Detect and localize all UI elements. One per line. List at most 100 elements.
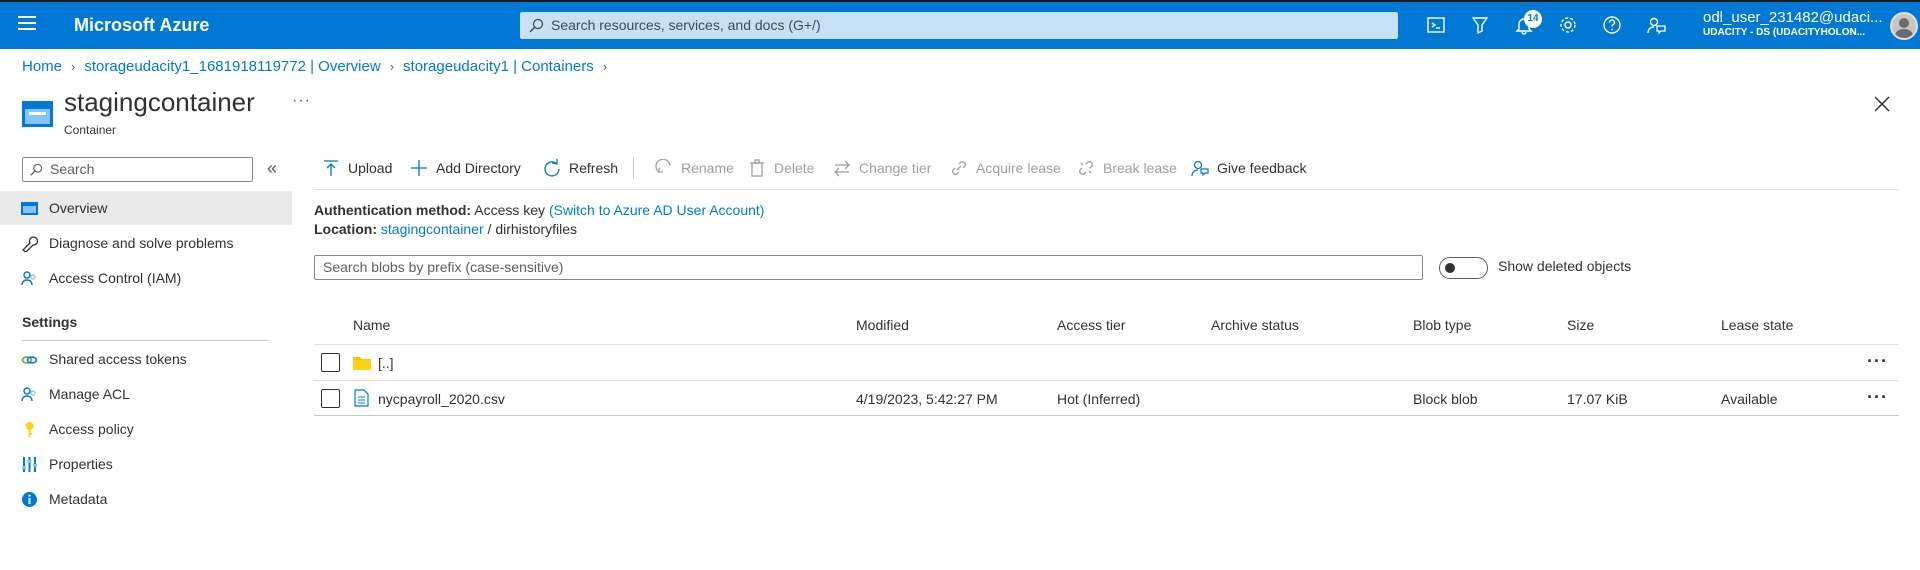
refresh-label: Refresh: [569, 160, 619, 176]
sidebar-search-placeholder: Search: [50, 161, 95, 177]
authentication-method: Authentication method: Access key (Switc…: [314, 202, 764, 218]
row-blob-type: Block blob: [1413, 391, 1478, 407]
sidebar-item-label: Properties: [49, 456, 113, 472]
breadcrumb-home[interactable]: Home: [22, 58, 62, 75]
column-header-name[interactable]: Name: [353, 317, 390, 333]
break-lease-label: Break lease: [1103, 160, 1177, 176]
help-icon[interactable]: [1601, 14, 1623, 36]
gear-icon[interactable]: [1557, 14, 1579, 36]
show-deleted-toggle[interactable]: [1439, 257, 1488, 279]
row-checkbox[interactable]: [321, 389, 340, 408]
column-header-lease-state[interactable]: Lease state: [1721, 317, 1793, 333]
people-icon: [21, 387, 36, 402]
sidebar-item-overview[interactable]: Overview: [0, 191, 292, 225]
sidebar-item-diagnose[interactable]: Diagnose and solve problems: [0, 226, 292, 260]
brand-title[interactable]: Microsoft Azure: [74, 15, 209, 36]
column-header-access-tier[interactable]: Access tier: [1057, 317, 1125, 333]
page-title: stagingcontainer: [64, 87, 255, 117]
rename-label: Rename: [681, 160, 734, 176]
sidebar-item-label: Access policy: [49, 421, 134, 437]
settings-heading: Settings: [22, 314, 78, 330]
cloud-shell-icon[interactable]: [1425, 14, 1447, 36]
info-icon: [22, 492, 37, 507]
sidebar-item-label: Diagnose and solve problems: [49, 235, 234, 251]
sidebar-search-input[interactable]: Search: [22, 157, 253, 182]
user-tenant: UDACITY - DS (UDACITYHOLON...: [1703, 27, 1866, 38]
directory-filter-icon[interactable]: [1469, 14, 1491, 36]
column-header-size[interactable]: Size: [1567, 317, 1594, 333]
more-options-icon[interactable]: ···: [292, 92, 311, 110]
sidebar-item-iam[interactable]: Access Control (IAM): [0, 261, 292, 295]
global-search-input[interactable]: Search resources, services, and docs (G+…: [520, 12, 1398, 39]
collapse-sidebar-icon[interactable]: «: [267, 158, 277, 179]
column-header-archive-status[interactable]: Archive status: [1211, 317, 1299, 333]
refresh-icon: [544, 159, 560, 177]
column-header-blob-type[interactable]: Blob type: [1413, 317, 1471, 333]
divider: [314, 189, 1899, 190]
sidebar-item-properties[interactable]: Properties: [0, 447, 292, 481]
wrench-icon: [21, 236, 38, 252]
people-icon: [21, 271, 36, 286]
row-lease-state: Available: [1721, 391, 1778, 407]
global-search-placeholder: Search resources, services, and docs (G+…: [551, 17, 821, 33]
breadcrumb-storage-overview[interactable]: storageudacity1_1681918119772 | Overview: [84, 58, 380, 75]
change-tier-label: Change tier: [859, 160, 932, 176]
container-icon: [22, 101, 53, 127]
row-more-icon[interactable]: ···: [1867, 351, 1888, 372]
toolbar-divider: [633, 157, 634, 179]
blob-search-placeholder: Search blobs by prefix (case-sensitive): [323, 259, 564, 275]
overview-icon: [21, 202, 38, 215]
location-label: Location:: [314, 221, 377, 237]
account-menu[interactable]: odl_user_231482@udaci... UDACITY - DS (U…: [1703, 9, 1893, 38]
acquire-lease-label: Acquire lease: [976, 160, 1061, 176]
sidebar-item-shared-access-tokens[interactable]: Shared access tokens: [0, 342, 292, 376]
show-deleted-label: Show deleted objects: [1498, 258, 1632, 274]
sidebar-item-metadata[interactable]: Metadata: [0, 482, 292, 516]
broken-link-icon: [1079, 161, 1093, 175]
chevron-right-icon: ›: [602, 59, 608, 74]
row-modified: 4/19/2023, 5:42:27 PM: [856, 391, 998, 407]
sidebar-item-label: Shared access tokens: [49, 351, 187, 367]
avatar[interactable]: [1890, 12, 1918, 40]
sidebar-item-access-policy[interactable]: Access policy: [0, 412, 292, 446]
auth-label: Authentication method:: [314, 202, 472, 218]
location-container-link[interactable]: stagingcontainer: [381, 221, 484, 237]
feedback-icon[interactable]: [1645, 14, 1667, 36]
delete-label: Delete: [774, 160, 815, 176]
menu-icon[interactable]: [18, 16, 36, 32]
location-folder: dirhistoryfiles: [495, 221, 578, 237]
column-header-modified[interactable]: Modified: [856, 317, 909, 333]
sidebar-item-label: Overview: [49, 200, 108, 216]
plus-icon: [411, 160, 427, 176]
user-name: odl_user_231482@udaci...: [1703, 9, 1883, 26]
row-access-tier: Hot (Inferred): [1057, 391, 1141, 407]
row-checkbox[interactable]: [321, 353, 340, 372]
feedback-icon: [1191, 160, 1209, 177]
blob-search-input[interactable]: Search blobs by prefix (case-sensitive): [314, 255, 1423, 280]
divider: [314, 380, 1899, 381]
divider: [314, 344, 1899, 345]
divider: [22, 340, 269, 341]
chevron-right-icon: ›: [389, 59, 395, 74]
link-icon: [21, 356, 38, 364]
sidebar-item-manage-acl[interactable]: Manage ACL: [0, 377, 292, 411]
properties-icon: [22, 457, 37, 472]
page-subtitle: Container: [64, 123, 117, 137]
row-name-link[interactable]: nycpayroll_2020.csv: [378, 391, 505, 407]
row-name-link[interactable]: [..]: [378, 355, 394, 371]
folder-icon: [353, 357, 371, 370]
add-directory-label: Add Directory: [436, 160, 521, 176]
divider: [314, 415, 1899, 416]
rename-icon: [655, 159, 671, 173]
breadcrumb: Home › storageudacity1_1681918119772 | Ove…: [22, 58, 616, 75]
row-more-icon[interactable]: ···: [1867, 387, 1888, 408]
chevron-right-icon: ›: [71, 59, 76, 74]
file-icon: [354, 389, 369, 407]
auth-value: Access key: [474, 202, 546, 218]
breadcrumb-containers[interactable]: storageudacity1 | Containers: [403, 58, 594, 75]
swap-icon: [834, 160, 850, 177]
sidebar-item-label: Access Control (IAM): [49, 270, 182, 286]
location: Location: stagingcontainer / dirhistoryf…: [314, 221, 577, 237]
switch-auth-link[interactable]: (Switch to Azure AD User Account): [549, 202, 765, 218]
close-icon[interactable]: [1873, 95, 1891, 113]
